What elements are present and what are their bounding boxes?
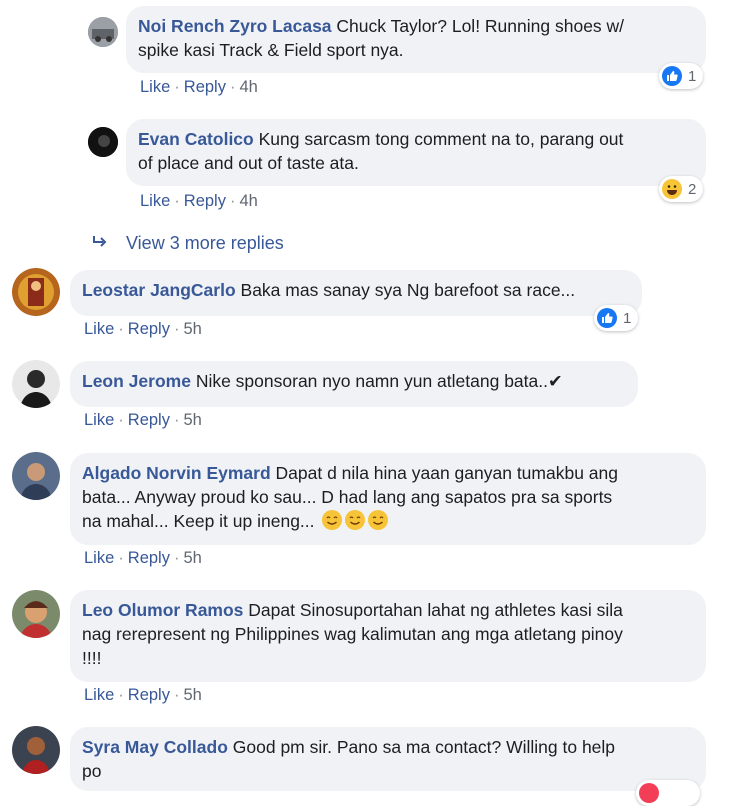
comment-bubble: Algado Norvin Eymard Dapat d nila hina y… xyxy=(70,453,706,545)
separator: · xyxy=(229,78,236,96)
like-button[interactable]: Like xyxy=(84,320,114,338)
comment-author[interactable]: Noi Rench Zyro Lacasa xyxy=(138,16,332,36)
comment-author[interactable]: Syra May Collado xyxy=(82,737,228,757)
separator: · xyxy=(174,78,180,96)
comment-actions: Like · Reply · 5h xyxy=(84,686,202,705)
separator: · xyxy=(118,411,124,429)
reply-button[interactable]: Reply xyxy=(128,320,170,338)
reaction-summary[interactable]: 1 xyxy=(594,305,638,331)
separator: · xyxy=(173,320,180,338)
comment-text: of place and out of taste ata. xyxy=(138,153,359,173)
comment-text: Chuck Taylor? Lol! Running shoes w/ xyxy=(336,16,625,36)
comment-text: Dapat d nila hina yaan ganyan tumakbu an… xyxy=(275,463,619,483)
comment-bubble: Evan Catolico Kung sarcasm tong comment … xyxy=(126,119,706,186)
timestamp[interactable]: 5h xyxy=(183,411,201,429)
reply-button[interactable]: Reply xyxy=(184,192,226,210)
separator: · xyxy=(174,192,180,210)
comment-text: spike kasi Track & Field sport nya. xyxy=(138,40,404,60)
reaction-summary[interactable]: 2 xyxy=(659,176,703,202)
comment-text: bata... Anyway proud ko sau... D had lan… xyxy=(82,487,613,507)
comment-actions: Like · Reply · 4h xyxy=(140,78,258,97)
comment-author[interactable]: Algado Norvin Eymard xyxy=(82,463,271,483)
comment-bubble: Leo Olumor Ramos Dapat Sinosuportahan la… xyxy=(70,590,706,682)
like-button[interactable]: Like xyxy=(140,78,170,96)
comment-text: po xyxy=(82,761,102,781)
smile-emoji-icon xyxy=(368,510,389,530)
view-more-label: View 3 more replies xyxy=(126,233,284,253)
comment-author[interactable]: Leostar JangCarlo xyxy=(82,280,236,300)
comment-author[interactable]: Leon Jerome xyxy=(82,371,191,391)
comment-bubble: Leostar JangCarlo Baka mas sanay sya Ng … xyxy=(70,270,642,316)
separator: · xyxy=(229,192,236,210)
comment-actions: Like · Reply · 4h xyxy=(140,192,258,211)
reply-button[interactable]: Reply xyxy=(128,686,170,704)
avatar[interactable] xyxy=(88,127,118,157)
timestamp[interactable]: 4h xyxy=(239,192,257,210)
comment-actions: Like · Reply · 5h xyxy=(84,320,202,339)
comment-text: !!!! xyxy=(82,648,102,668)
reply-button[interactable]: Reply xyxy=(184,78,226,96)
comment-text: Good pm sir. Pano sa ma contact? Willing… xyxy=(232,737,616,757)
reply-arrow-icon xyxy=(92,233,108,254)
separator: · xyxy=(118,549,124,567)
like-icon xyxy=(662,66,682,86)
timestamp[interactable]: 4h xyxy=(239,78,257,96)
like-button[interactable]: Like xyxy=(84,549,114,567)
comment-text: Dapat Sinosuportahan lahat ng athletes k… xyxy=(248,600,623,620)
separator: · xyxy=(173,686,180,704)
reply-button[interactable]: Reply xyxy=(128,411,170,429)
reaction-count: 2 xyxy=(688,180,697,198)
avatar[interactable] xyxy=(12,268,60,316)
like-icon xyxy=(597,308,617,328)
avatar[interactable] xyxy=(12,452,60,500)
reply-button[interactable]: Reply xyxy=(128,549,170,567)
comment-bubble: Noi Rench Zyro Lacasa Chuck Taylor? Lol!… xyxy=(126,6,706,73)
comment-actions: Like · Reply · 5h xyxy=(84,411,202,430)
haha-icon xyxy=(662,179,682,199)
reaction-count: 1 xyxy=(623,309,632,327)
separator: · xyxy=(173,411,180,429)
comment-author[interactable]: Evan Catolico xyxy=(138,129,254,149)
comment-actions: Like · Reply · 5h xyxy=(84,549,202,568)
reaction-summary[interactable] xyxy=(636,780,700,806)
separator: · xyxy=(118,320,124,338)
smile-emoji-icon xyxy=(345,510,366,530)
timestamp[interactable]: 5h xyxy=(183,686,201,704)
comment-bubble: Syra May Collado Good pm sir. Pano sa ma… xyxy=(70,727,706,791)
separator: · xyxy=(118,686,124,704)
avatar[interactable] xyxy=(12,360,60,408)
comment-text: nag rerepresent ng Philippines wag kalim… xyxy=(82,624,623,644)
timestamp[interactable]: 5h xyxy=(183,320,201,338)
like-button[interactable]: Like xyxy=(84,411,114,429)
love-icon xyxy=(639,783,659,803)
comment-text: na mahal... Keep it up ineng... xyxy=(82,511,315,531)
comment-text: Baka mas sanay sya Ng barefoot sa race..… xyxy=(240,280,576,300)
reaction-summary[interactable]: 1 xyxy=(659,63,703,89)
avatar[interactable] xyxy=(12,726,60,774)
comment-text: Nike sponsoran nyo namn yun atletang bat… xyxy=(195,371,563,391)
reaction-count: 1 xyxy=(688,67,697,85)
view-more-replies-link[interactable]: View 3 more replies xyxy=(92,233,284,254)
timestamp[interactable]: 5h xyxy=(183,549,201,567)
separator: · xyxy=(173,549,180,567)
smile-emoji-icon xyxy=(322,510,343,530)
like-button[interactable]: Like xyxy=(84,686,114,704)
avatar[interactable] xyxy=(88,17,118,47)
comment-bubble: Leon Jerome Nike sponsoran nyo namn yun … xyxy=(70,361,638,407)
comment-author[interactable]: Leo Olumor Ramos xyxy=(82,600,243,620)
comment-text: Kung sarcasm tong comment na to, parang … xyxy=(258,129,624,149)
like-button[interactable]: Like xyxy=(140,192,170,210)
avatar[interactable] xyxy=(12,590,60,638)
